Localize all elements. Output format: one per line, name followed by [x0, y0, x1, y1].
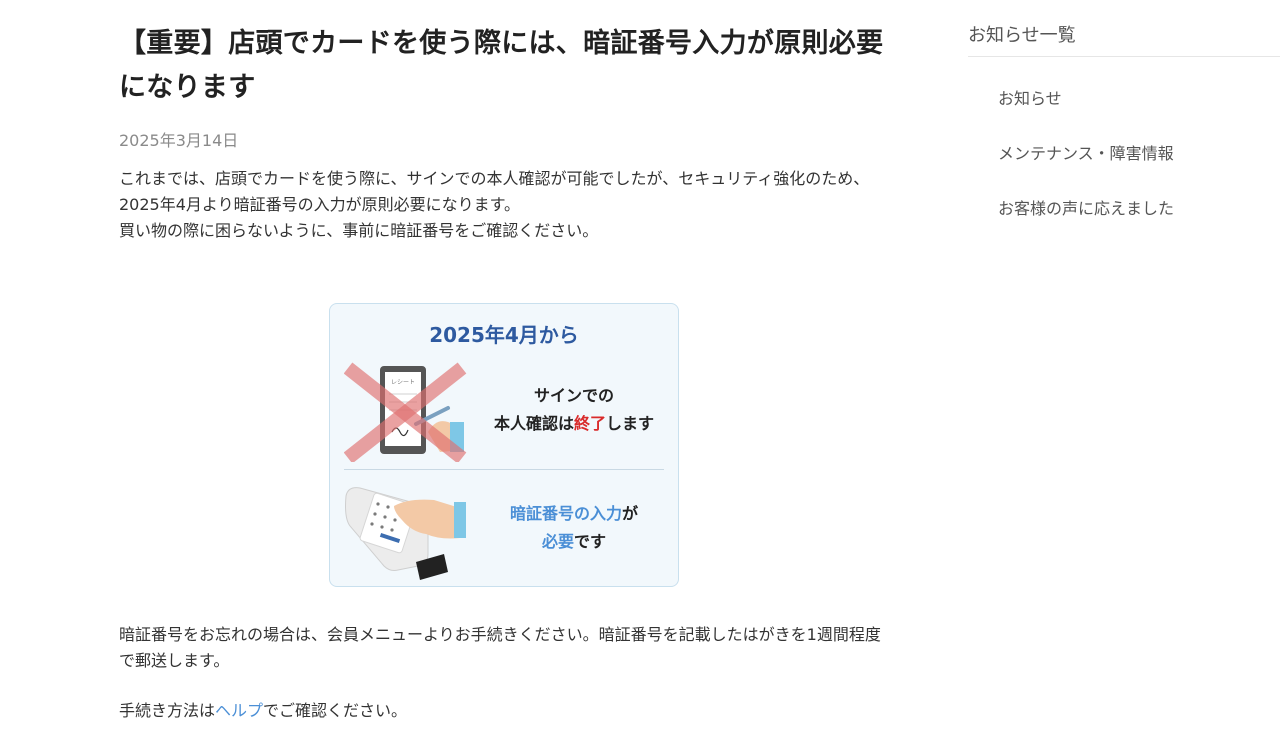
sidebar: お知らせ一覧 お知らせ メンテナンス・障害情報 お客様の声に応えました	[968, 22, 1280, 236]
forgot-pin-paragraph: 暗証番号をお忘れの場合は、会員メニューよりお手続きください。暗証番号を記載したは…	[119, 622, 889, 674]
howto-paragraph: 手続き方法はヘルプでご確認ください。	[119, 699, 407, 723]
signature-ends-text: サインでの 本人確認は終了します	[484, 382, 664, 438]
intro-paragraph-1: これまでは、店頭でカードを使う際に、サインでの本人確認が可能でしたが、セキュリテ…	[119, 169, 870, 214]
pin-line-2: 必要です	[541, 532, 607, 551]
signature-receipt-crossed-icon: レシート	[344, 362, 467, 462]
sidebar-item-news[interactable]: お知らせ	[968, 71, 1280, 126]
pin-terminal-icon	[345, 487, 466, 580]
intro-paragraph-2: 買い物の際に困らないように、事前に暗証番号をご確認ください。	[119, 221, 599, 240]
sidebar-link-customer-voice[interactable]: お客様の声に応えました	[998, 199, 1174, 218]
help-link[interactable]: ヘルプ	[215, 701, 263, 720]
sidebar-item-maintenance[interactable]: メンテナンス・障害情報	[968, 126, 1280, 181]
ends-highlight: 終了	[573, 414, 606, 433]
sidebar-link-maintenance[interactable]: メンテナンス・障害情報	[998, 144, 1174, 163]
signature-line-1: サインでの	[533, 386, 614, 405]
signature-row: レシート サインでの 本人確認は終了します	[344, 362, 664, 472]
required-highlight: 必要	[541, 532, 574, 551]
article-intro: これまでは、店頭でカードを使う際に、サインでの本人確認が可能でしたが、セキュリテ…	[119, 166, 889, 244]
article: 【重要】店頭でカードを使う際には、暗証番号入力が原則必要になります 2025年3…	[119, 22, 889, 244]
card-divider	[344, 469, 664, 470]
sidebar-item-customer-voice[interactable]: お客様の声に応えました	[968, 181, 1280, 236]
pin-row: 暗証番号の入力が 必要です	[344, 480, 664, 588]
pin-entry-highlight: 暗証番号の入力	[509, 504, 622, 523]
article-date: 2025年3月14日	[119, 131, 239, 150]
howto-prefix: 手続き方法は	[119, 701, 216, 720]
sidebar-link-news[interactable]: お知らせ	[998, 89, 1062, 108]
signature-line-2: 本人確認は終了します	[493, 414, 655, 433]
forgot-pin-text: 暗証番号をお忘れの場合は、会員メニューよりお手続きください。暗証番号を記載したは…	[119, 625, 881, 670]
info-card-heading: 2025年4月から	[429, 323, 579, 347]
howto-suffix: でご確認ください。	[263, 701, 408, 720]
info-card: 2025年4月から レシート サインでの 本人確認は終了します 暗証番号の入力が…	[329, 303, 679, 587]
pin-line-1: 暗証番号の入力が	[509, 504, 639, 523]
pin-required-text: 暗証番号の入力が 必要です	[484, 500, 664, 556]
sidebar-heading: お知らせ一覧	[968, 22, 1280, 57]
article-title: 【重要】店頭でカードを使う際には、暗証番号入力が原則必要になります	[119, 28, 884, 103]
sidebar-list: お知らせ メンテナンス・障害情報 お客様の声に応えました	[968, 71, 1280, 236]
receipt-label: レシート	[391, 379, 415, 386]
info-graphic: 2025年4月から レシート サインでの 本人確認は終了します 暗証番号の入力が…	[329, 303, 679, 587]
